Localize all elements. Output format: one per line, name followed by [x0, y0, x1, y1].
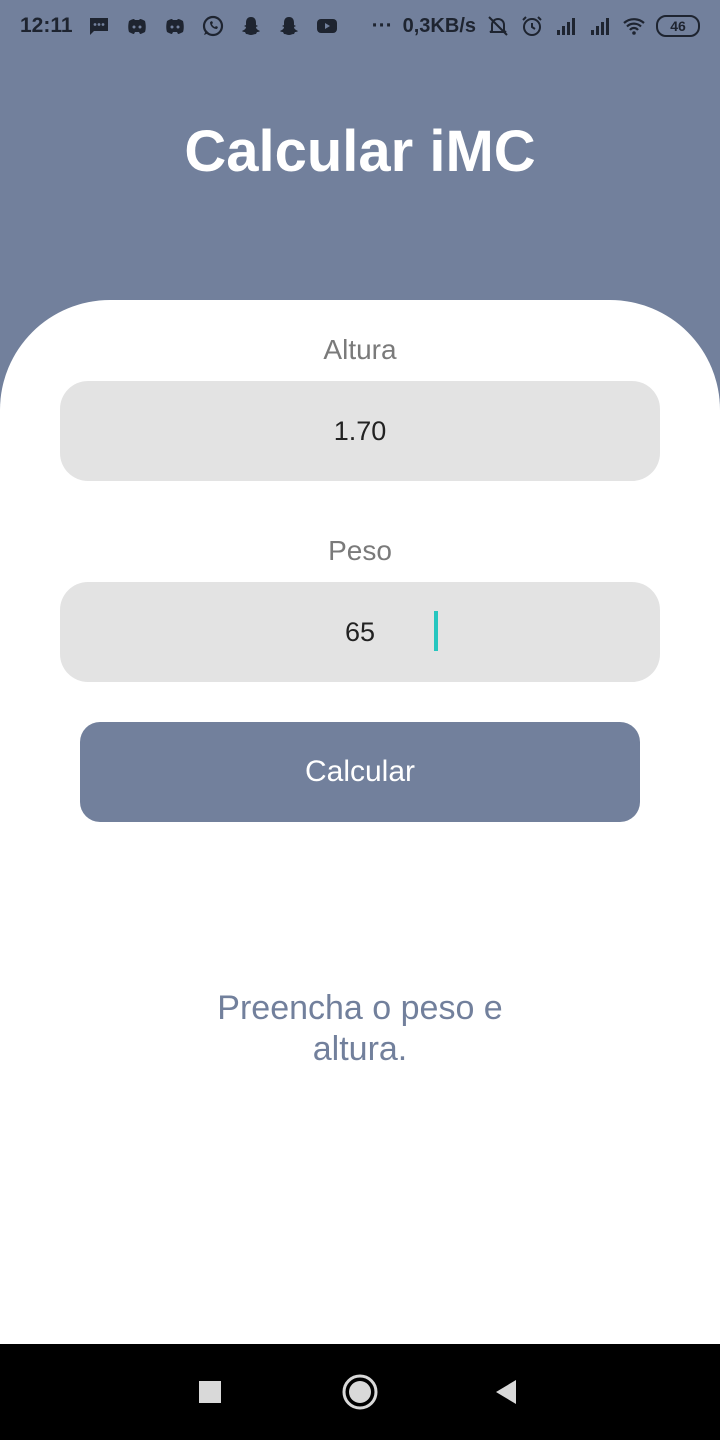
signal-icon — [588, 14, 612, 38]
height-input[interactable] — [60, 381, 660, 481]
status-time: 12:11 — [20, 14, 73, 37]
alarm-icon — [520, 14, 544, 38]
calculate-button[interactable]: Calcular — [80, 722, 640, 822]
result-message: Preencha o peso e altura. — [217, 989, 503, 1068]
wifi-icon — [622, 14, 646, 38]
status-bar: 12:11 ··· 0,3KB/s 46 — [0, 0, 720, 52]
whatsapp-icon — [201, 14, 225, 38]
more-notifications-icon: ··· — [371, 14, 393, 37]
text-caret — [434, 611, 438, 651]
back-icon[interactable] — [486, 1372, 526, 1412]
navigation-bar — [0, 1344, 720, 1440]
page-title: Calcular iMC — [184, 119, 536, 184]
weight-input[interactable] — [60, 582, 660, 682]
message-icon — [87, 14, 111, 38]
weight-label: Peso — [328, 535, 392, 566]
youtube-icon — [315, 14, 339, 38]
weight-field[interactable] — [60, 582, 660, 682]
snapchat-icon — [239, 14, 263, 38]
bell-off-icon — [486, 14, 510, 38]
recents-icon[interactable] — [190, 1372, 230, 1412]
height-label: Altura — [323, 334, 397, 365]
height-field[interactable] — [60, 381, 660, 481]
network-speed: 0,3KB/s — [402, 14, 476, 37]
discord-icon — [163, 14, 187, 38]
home-icon[interactable] — [340, 1372, 380, 1412]
signal-icon — [554, 14, 578, 38]
battery-indicator: 46 — [656, 15, 700, 37]
discord-icon — [125, 14, 149, 38]
snapchat-icon — [277, 14, 301, 38]
